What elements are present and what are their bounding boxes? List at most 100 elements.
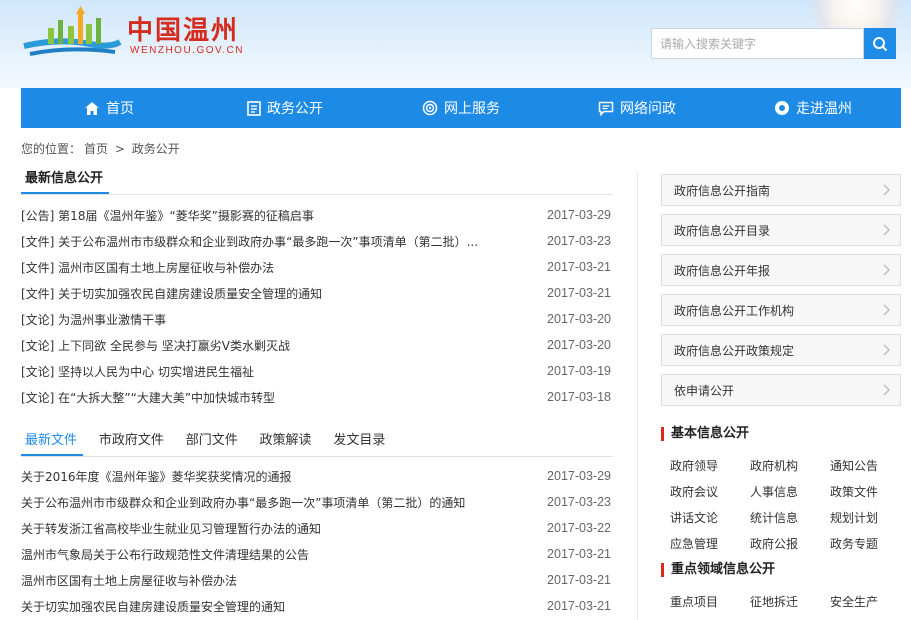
nav-label: 政务公开 xyxy=(267,101,323,117)
document-icon xyxy=(247,100,261,116)
latest-info-title[interactable]: 最新信息公开 xyxy=(21,168,110,194)
item-date: 2017-03-22 xyxy=(547,521,611,535)
latest-info-header: 最新信息公开 xyxy=(21,168,613,195)
breadcrumb: 您的位置： 首页 > 政务公开 xyxy=(21,140,183,157)
list-item[interactable]: 关于2016年度《温州年鉴》菱华奖获奖情况的通报 2017-03-29 xyxy=(21,463,611,489)
breadcrumb-current[interactable]: 政务公开 xyxy=(132,142,180,156)
item-title[interactable]: [文论] 为温州事业激情干事 xyxy=(21,311,166,328)
search-icon xyxy=(873,36,888,51)
nav-label: 首页 xyxy=(106,101,134,117)
item-title[interactable]: 关于转发浙江省高校毕业生就业见习管理暂行办法的通知 xyxy=(21,520,321,537)
item-date: 2017-03-23 xyxy=(547,234,611,248)
basic-info-link[interactable]: 统计信息 xyxy=(750,509,798,526)
key-areas-heading: 重点领域信息公开 xyxy=(661,563,775,577)
sidebar-button-label: 政府信息公开目录 xyxy=(674,223,771,238)
tab-latest-files[interactable]: 最新文件 xyxy=(21,430,84,456)
sidebar-button-catalog[interactable]: 政府信息公开目录 xyxy=(661,214,901,246)
tab-document-catalog[interactable]: 发文目录 xyxy=(329,430,391,456)
list-item[interactable]: [文论] 为温州事业激情干事 2017-03-20 xyxy=(21,306,611,332)
list-item[interactable]: [文论] 在“大拆大整”“大建大美”中加快城市转型 2017-03-18 xyxy=(21,384,611,410)
item-date: 2017-03-29 xyxy=(547,469,611,483)
list-item[interactable]: [文论] 坚持以人民为中心 切实增进民生福祉 2017-03-19 xyxy=(21,358,611,384)
item-title[interactable]: [文论] 在“大拆大整”“大建大美”中加快城市转型 xyxy=(21,389,275,406)
nav-label: 网络问政 xyxy=(620,101,676,117)
item-date: 2017-03-29 xyxy=(547,208,611,222)
basic-info-link[interactable]: 规划计划 xyxy=(830,509,878,526)
item-title[interactable]: 温州市气象局关于公布行政规范性文件清理结果的公告 xyxy=(21,546,309,563)
key-areas-link[interactable]: 重点项目 xyxy=(670,593,718,610)
item-title[interactable]: 关于公布温州市市级群众和企业到政府办事“最多跑一次”事项清单（第二批）的通知 xyxy=(21,494,465,511)
list-item[interactable]: [文件] 温州市区国有土地上房屋征收与补偿办法 2017-03-21 xyxy=(21,254,611,280)
item-date: 2017-03-18 xyxy=(547,390,611,404)
basic-info-link[interactable]: 政府领导 xyxy=(670,457,718,474)
list-item[interactable]: 关于切实加强农民自建房建设质量安全管理的通知 2017-03-21 xyxy=(21,593,611,619)
tab-department-files[interactable]: 部门文件 xyxy=(182,430,244,456)
nav-item-visit-wenzhou[interactable]: 走进温州 xyxy=(725,88,901,128)
broadcast-icon xyxy=(422,100,438,116)
nav-item-online-service[interactable]: 网上服务 xyxy=(373,88,549,128)
item-title[interactable]: 温州市区国有土地上房屋征收与补偿办法 xyxy=(21,572,237,589)
item-title[interactable]: [文论] 上下同欲 全民参与 坚决打赢劣V类水剿灭战 xyxy=(21,337,290,354)
basic-info-link[interactable]: 政策文件 xyxy=(830,483,878,500)
home-icon xyxy=(85,101,99,115)
list-item[interactable]: [公告] 第18届《温州年鉴》“菱华奖”摄影赛的征稿启事 2017-03-29 xyxy=(21,202,611,228)
sidebar-button-policy[interactable]: 政府信息公开政策规定 xyxy=(661,334,901,366)
nav-item-gov-affairs[interactable]: 政务公开 xyxy=(197,88,373,128)
breadcrumb-home-link[interactable]: 首页 xyxy=(84,142,108,156)
item-date: 2017-03-20 xyxy=(547,312,611,326)
chevron-right-icon xyxy=(883,184,890,196)
basic-info-link[interactable]: 人事信息 xyxy=(750,483,798,500)
basic-info-link[interactable]: 政府机构 xyxy=(750,457,798,474)
list-item[interactable]: [文件] 关于公布温州市市级群众和企业到政府办事“最多跑一次”事项清单（第二批）… xyxy=(21,228,611,254)
item-title[interactable]: [文件] 关于切实加强农民自建房建设质量安全管理的通知 xyxy=(21,285,322,302)
sidebar-button-label: 政府信息公开年报 xyxy=(674,263,771,278)
chevron-right-icon xyxy=(883,344,890,356)
basic-info-link[interactable]: 通知公告 xyxy=(830,457,878,474)
basic-info-link[interactable]: 应急管理 xyxy=(670,535,718,552)
tab-municipal-files[interactable]: 市政府文件 xyxy=(95,430,170,456)
latest-info-list: [公告] 第18届《温州年鉴》“菱华奖”摄影赛的征稿启事 2017-03-29 [… xyxy=(21,202,611,410)
list-item[interactable]: 温州市气象局关于公布行政规范性文件清理结果的公告 2017-03-21 xyxy=(21,541,611,567)
sidebar-button-label: 政府信息公开指南 xyxy=(674,183,771,198)
nav-item-home[interactable]: 首页 xyxy=(21,88,197,128)
column-divider xyxy=(637,172,638,620)
item-date: 2017-03-21 xyxy=(547,599,611,613)
search-input[interactable] xyxy=(651,28,864,59)
chevron-right-icon xyxy=(883,224,890,236)
sidebar-button-work-agency[interactable]: 政府信息公开工作机构 xyxy=(661,294,901,326)
chevron-right-icon xyxy=(883,304,890,316)
item-title[interactable]: 关于切实加强农民自建房建设质量安全管理的通知 xyxy=(21,598,285,615)
nav-item-online-inquiry[interactable]: 网络问政 xyxy=(549,88,725,128)
item-date: 2017-03-21 xyxy=(547,547,611,561)
basic-info-link[interactable]: 政府公报 xyxy=(750,535,798,552)
list-item[interactable]: 关于转发浙江省高校毕业生就业见习管理暂行办法的通知 2017-03-22 xyxy=(21,515,611,541)
files-tab-bar: 最新文件 市政府文件 部门文件 政策解读 发文目录 xyxy=(21,430,613,457)
nav-label: 走进温州 xyxy=(796,101,852,117)
tab-policy-interpretation[interactable]: 政策解读 xyxy=(256,430,318,456)
basic-info-link[interactable]: 政务专题 xyxy=(830,535,878,552)
list-item[interactable]: 关于公布温州市市级群众和企业到政府办事“最多跑一次”事项清单（第二批）的通知 20… xyxy=(21,489,611,515)
basic-info-link[interactable]: 讲话文论 xyxy=(670,509,718,526)
list-item[interactable]: [文件] 关于切实加强农民自建房建设质量安全管理的通知 2017-03-21 xyxy=(21,280,611,306)
main-nav: 首页 政务公开 网上服务 网络问政 走进温州 xyxy=(21,88,901,128)
item-title[interactable]: [文件] 温州市区国有土地上房屋征收与补偿办法 xyxy=(21,259,274,276)
item-title[interactable]: [公告] 第18届《温州年鉴》“菱华奖”摄影赛的征稿启事 xyxy=(21,207,314,224)
chevron-right-icon xyxy=(883,264,890,276)
sidebar-button-annual-report[interactable]: 政府信息公开年报 xyxy=(661,254,901,286)
item-title[interactable]: 关于2016年度《温州年鉴》菱华奖获奖情况的通报 xyxy=(21,468,292,485)
item-title[interactable]: [文论] 坚持以人民为中心 切实增进民生福祉 xyxy=(21,363,254,380)
key-areas-link[interactable]: 征地拆迁 xyxy=(750,593,798,610)
basic-info-link[interactable]: 政府会议 xyxy=(670,483,718,500)
files-list: 关于2016年度《温州年鉴》菱华奖获奖情况的通报 2017-03-29 关于公布温… xyxy=(21,463,611,619)
item-date: 2017-03-23 xyxy=(547,495,611,509)
item-date: 2017-03-19 xyxy=(547,364,611,378)
list-item[interactable]: [文论] 上下同欲 全民参与 坚决打赢劣V类水剿灭战 2017-03-20 xyxy=(21,332,611,358)
item-date: 2017-03-21 xyxy=(547,573,611,587)
key-areas-link[interactable]: 安全生产 xyxy=(830,593,878,610)
item-title[interactable]: [文件] 关于公布温州市市级群众和企业到政府办事“最多跑一次”事项清单（第二批）… xyxy=(21,233,478,250)
search-button[interactable] xyxy=(864,28,896,59)
sidebar-button-apply[interactable]: 依申请公开 xyxy=(661,374,901,406)
sidebar-button-guide[interactable]: 政府信息公开指南 xyxy=(661,174,901,206)
list-item[interactable]: 温州市区国有土地上房屋征收与补偿办法 2017-03-21 xyxy=(21,567,611,593)
sidebar-button-label: 政府信息公开政策规定 xyxy=(674,343,795,358)
